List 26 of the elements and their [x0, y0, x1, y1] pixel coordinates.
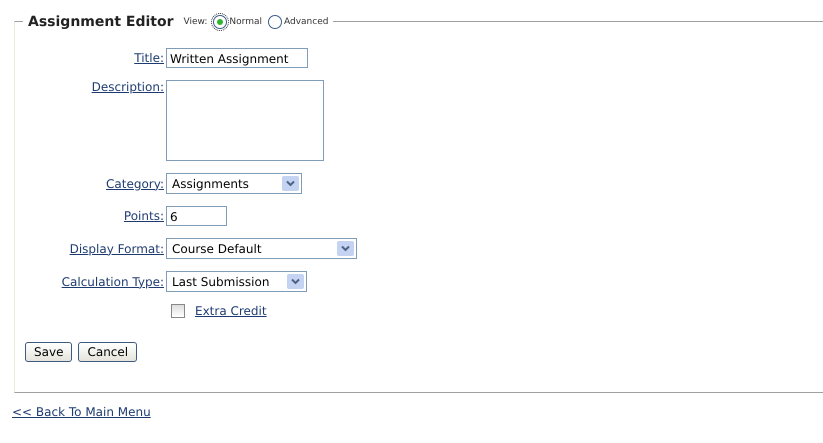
- dropdown[interactable]: Assignments: [166, 173, 302, 194]
- field-label[interactable]: Title:: [134, 51, 164, 65]
- text-field[interactable]: Written Assignment: [166, 48, 308, 68]
- dropdown[interactable]: Course Default: [166, 238, 357, 259]
- checkbox-label[interactable]: Extra Credit: [195, 304, 267, 318]
- field-label[interactable]: Display Format:: [70, 242, 164, 256]
- field-label[interactable]: Description:: [92, 80, 164, 94]
- caret-icon: [337, 241, 354, 256]
- dropdown[interactable]: Last Submission: [166, 271, 307, 292]
- description-field[interactable]: [166, 80, 324, 161]
- save-button[interactable]: Save: [25, 342, 72, 362]
- field-label[interactable]: Calculation Type:: [62, 274, 164, 288]
- radio-label[interactable]: Advanced: [284, 17, 328, 27]
- checkbox[interactable]: [171, 304, 185, 318]
- radio-button[interactable]: [213, 15, 228, 29]
- back-link[interactable]: << Back To Main Menu: [12, 405, 151, 419]
- cancel-button[interactable]: Cancel: [78, 342, 138, 362]
- editor-title: Assignment Editor: [28, 14, 174, 30]
- caret-icon: [282, 176, 299, 191]
- field-label[interactable]: Points:: [124, 209, 164, 223]
- caret-icon: [287, 274, 304, 289]
- field-label[interactable]: Category:: [106, 176, 164, 190]
- text-field[interactable]: 6: [166, 206, 227, 226]
- radio-button[interactable]: [268, 15, 282, 29]
- radio-label[interactable]: Normal: [229, 17, 262, 27]
- view-label: View:: [184, 17, 208, 27]
